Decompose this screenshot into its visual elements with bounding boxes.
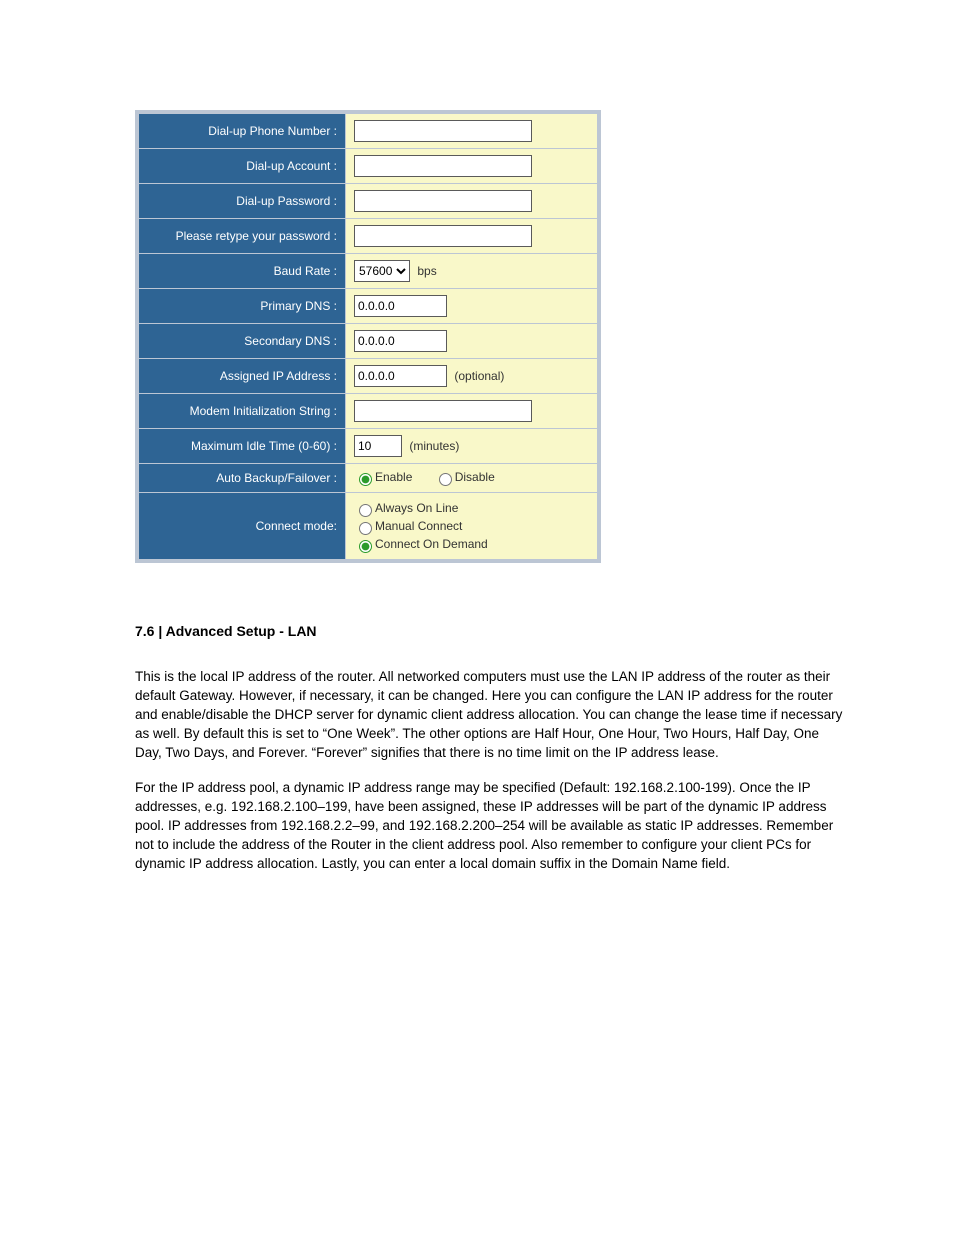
label-phone: Dial-up Phone Number : bbox=[139, 114, 346, 149]
radio-label-demand: Connect On Demand bbox=[375, 537, 488, 551]
label-auto-backup: Auto Backup/Failover : bbox=[139, 464, 346, 493]
unit-minutes: (minutes) bbox=[409, 439, 459, 453]
hint-optional: (optional) bbox=[454, 369, 504, 383]
radio-backup-enable[interactable] bbox=[359, 473, 372, 486]
radio-label-enable: Enable bbox=[375, 470, 412, 484]
label-primary-dns: Primary DNS : bbox=[139, 289, 346, 324]
label-account: Dial-up Account : bbox=[139, 149, 346, 184]
input-account[interactable] bbox=[354, 155, 532, 177]
dialup-settings-panel: Dial-up Phone Number : Dial-up Account :… bbox=[135, 110, 601, 563]
label-connect-mode: Connect mode: bbox=[139, 493, 346, 560]
input-secondary-dns[interactable] bbox=[354, 330, 447, 352]
radio-label-manual: Manual Connect bbox=[375, 519, 462, 533]
label-secondary-dns: Secondary DNS : bbox=[139, 324, 346, 359]
label-max-idle: Maximum Idle Time (0-60) : bbox=[139, 429, 346, 464]
input-password[interactable] bbox=[354, 190, 532, 212]
label-password: Dial-up Password : bbox=[139, 184, 346, 219]
label-modem-init: Modem Initialization String : bbox=[139, 394, 346, 429]
input-phone[interactable] bbox=[354, 120, 532, 142]
input-retype-password[interactable] bbox=[354, 225, 532, 247]
radio-backup-disable[interactable] bbox=[439, 473, 452, 486]
label-assigned-ip: Assigned IP Address : bbox=[139, 359, 346, 394]
label-baud: Baud Rate : bbox=[139, 254, 346, 289]
input-assigned-ip[interactable] bbox=[354, 365, 447, 387]
radio-connect-demand[interactable] bbox=[359, 540, 372, 553]
doc-section: 7.6 | Advanced Setup - LAN This is the l… bbox=[135, 623, 845, 873]
doc-heading: 7.6 | Advanced Setup - LAN bbox=[135, 623, 845, 639]
radio-connect-always[interactable] bbox=[359, 504, 372, 517]
doc-paragraph-2: For the IP address pool, a dynamic IP ad… bbox=[135, 778, 845, 873]
doc-paragraph-1: This is the local IP address of the rout… bbox=[135, 667, 845, 762]
input-primary-dns[interactable] bbox=[354, 295, 447, 317]
input-modem-init[interactable] bbox=[354, 400, 532, 422]
input-max-idle[interactable] bbox=[354, 435, 402, 457]
unit-bps: bps bbox=[417, 264, 436, 278]
label-retype: Please retype your password : bbox=[139, 219, 346, 254]
radio-label-disable: Disable bbox=[455, 470, 495, 484]
radio-label-always: Always On Line bbox=[375, 501, 458, 515]
select-baud-rate[interactable]: 57600 bbox=[354, 260, 410, 282]
radio-connect-manual[interactable] bbox=[359, 522, 372, 535]
